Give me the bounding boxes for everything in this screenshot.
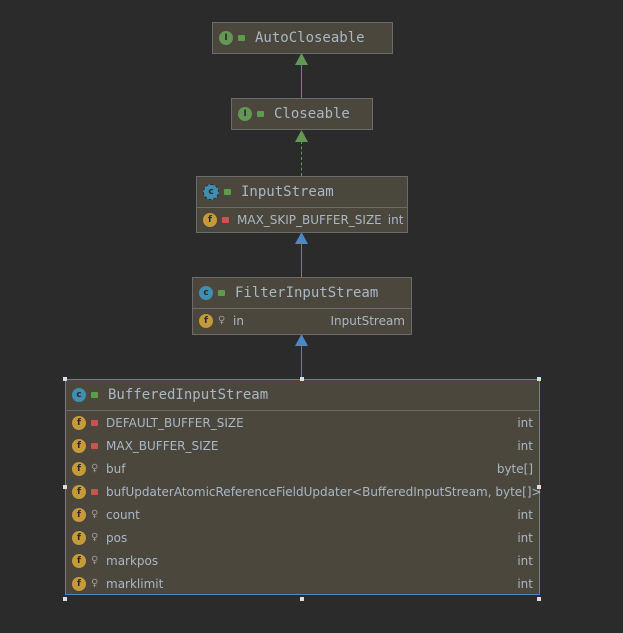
class-name: InputStream (241, 184, 334, 200)
field-type: int (517, 553, 533, 568)
class-node-bufferedinputstream[interactable]: c BufferedInputStream f DEFAULT_BUFFER_SIZ… (65, 379, 542, 595)
field-type: int (517, 438, 533, 453)
field-name: count (106, 507, 140, 522)
extends-edge (301, 243, 302, 277)
public-icon (257, 111, 264, 117)
class-name: Closeable (274, 106, 350, 122)
field-name: in (233, 313, 244, 328)
field-row: f MAX_BUFFER_SIZE int (66, 434, 539, 457)
field-row: f MAX_SKIP_BUFFER_SIZE int (197, 208, 407, 231)
private-icon (91, 488, 98, 495)
field-name: MAX_SKIP_BUFFER_SIZE (237, 212, 382, 227)
field-name: marklimit (106, 576, 164, 591)
field-row: f bufUpdater AtomicReferenceFieldUpdater<B… (66, 480, 542, 503)
field-icon: f (72, 461, 86, 476)
class-icon: c (199, 286, 213, 300)
field-row: f ♀ in InputStream (193, 309, 411, 332)
field-type: int (517, 576, 533, 591)
class-name: FilterInputStream (235, 285, 379, 301)
class-icon: c (72, 388, 86, 402)
protected-key-icon: ♀ (91, 555, 99, 566)
resize-handle[interactable] (300, 377, 304, 381)
static-field-icon: f (72, 415, 86, 430)
field-name: buf (106, 461, 126, 476)
class-name: BufferedInputStream (108, 387, 269, 403)
class-name: AutoCloseable (255, 30, 365, 46)
field-row: f ♀ count int (66, 503, 539, 526)
field-type: InputStream (330, 313, 406, 328)
public-icon (224, 189, 231, 195)
class-node-inputstream[interactable]: c InputStream f MAX_SKIP_BUFFER_SIZE int (196, 176, 408, 233)
arrowhead-icon (295, 334, 308, 346)
protected-key-icon: ♀ (91, 532, 99, 543)
class-node-autocloseable[interactable]: I AutoCloseable (212, 22, 393, 54)
field-row: f ♀ markpos int (66, 549, 539, 572)
field-type: int (387, 212, 404, 227)
static-field-icon: f (203, 212, 217, 227)
implements-edge (301, 62, 302, 98)
field-type: int (517, 530, 533, 545)
static-field-icon: f (72, 484, 86, 499)
field-name: pos (106, 530, 128, 545)
private-icon (222, 216, 229, 223)
resize-handle[interactable] (63, 485, 67, 489)
field-icon: f (72, 553, 86, 568)
implements-edge (301, 141, 302, 176)
field-name: DEFAULT_BUFFER_SIZE (106, 415, 244, 430)
field-icon: f (72, 507, 86, 522)
field-row: f ♀ buf byte[] (66, 457, 539, 480)
public-icon (218, 290, 225, 296)
protected-key-icon: ♀ (91, 578, 99, 589)
protected-key-icon: ♀ (91, 509, 99, 520)
resize-handle[interactable] (537, 377, 541, 381)
class-node-closeable[interactable]: I Closeable (231, 98, 373, 130)
resize-handle[interactable] (300, 597, 304, 601)
arrowhead-icon (295, 232, 308, 244)
field-name: bufUpdater (106, 484, 174, 499)
protected-key-icon: ♀ (91, 463, 99, 474)
field-icon: f (199, 313, 213, 328)
interface-icon: I (238, 107, 252, 121)
arrowhead-icon (295, 130, 308, 142)
field-row: f ♀ marklimit int (66, 572, 539, 595)
public-icon (238, 35, 245, 41)
resize-handle[interactable] (63, 377, 67, 381)
static-field-icon: f (72, 438, 86, 453)
abstract-class-icon: c (203, 184, 219, 200)
field-type: int (517, 415, 533, 430)
private-icon (91, 419, 98, 426)
extends-edge (301, 345, 302, 379)
field-name: MAX_BUFFER_SIZE (106, 438, 219, 453)
field-name: markpos (106, 553, 159, 568)
field-row: f DEFAULT_BUFFER_SIZE int (66, 411, 539, 434)
public-icon (91, 392, 98, 398)
private-icon (91, 442, 98, 449)
field-icon: f (72, 530, 86, 545)
interface-icon: I (219, 31, 233, 45)
resize-handle[interactable] (537, 597, 541, 601)
field-row: f ♀ pos int (66, 526, 539, 549)
field-type: byte[] (496, 461, 533, 476)
protected-key-icon: ♀ (218, 315, 226, 326)
arrowhead-icon (295, 53, 308, 65)
resize-handle[interactable] (537, 485, 541, 489)
class-node-filterinputstream[interactable]: c FilterInputStream f ♀ in InputStream (192, 277, 412, 335)
field-icon: f (72, 576, 86, 591)
resize-handle[interactable] (63, 597, 67, 601)
field-type: int (517, 507, 533, 522)
field-type: AtomicReferenceFieldUpdater<BufferedInpu… (173, 484, 542, 499)
